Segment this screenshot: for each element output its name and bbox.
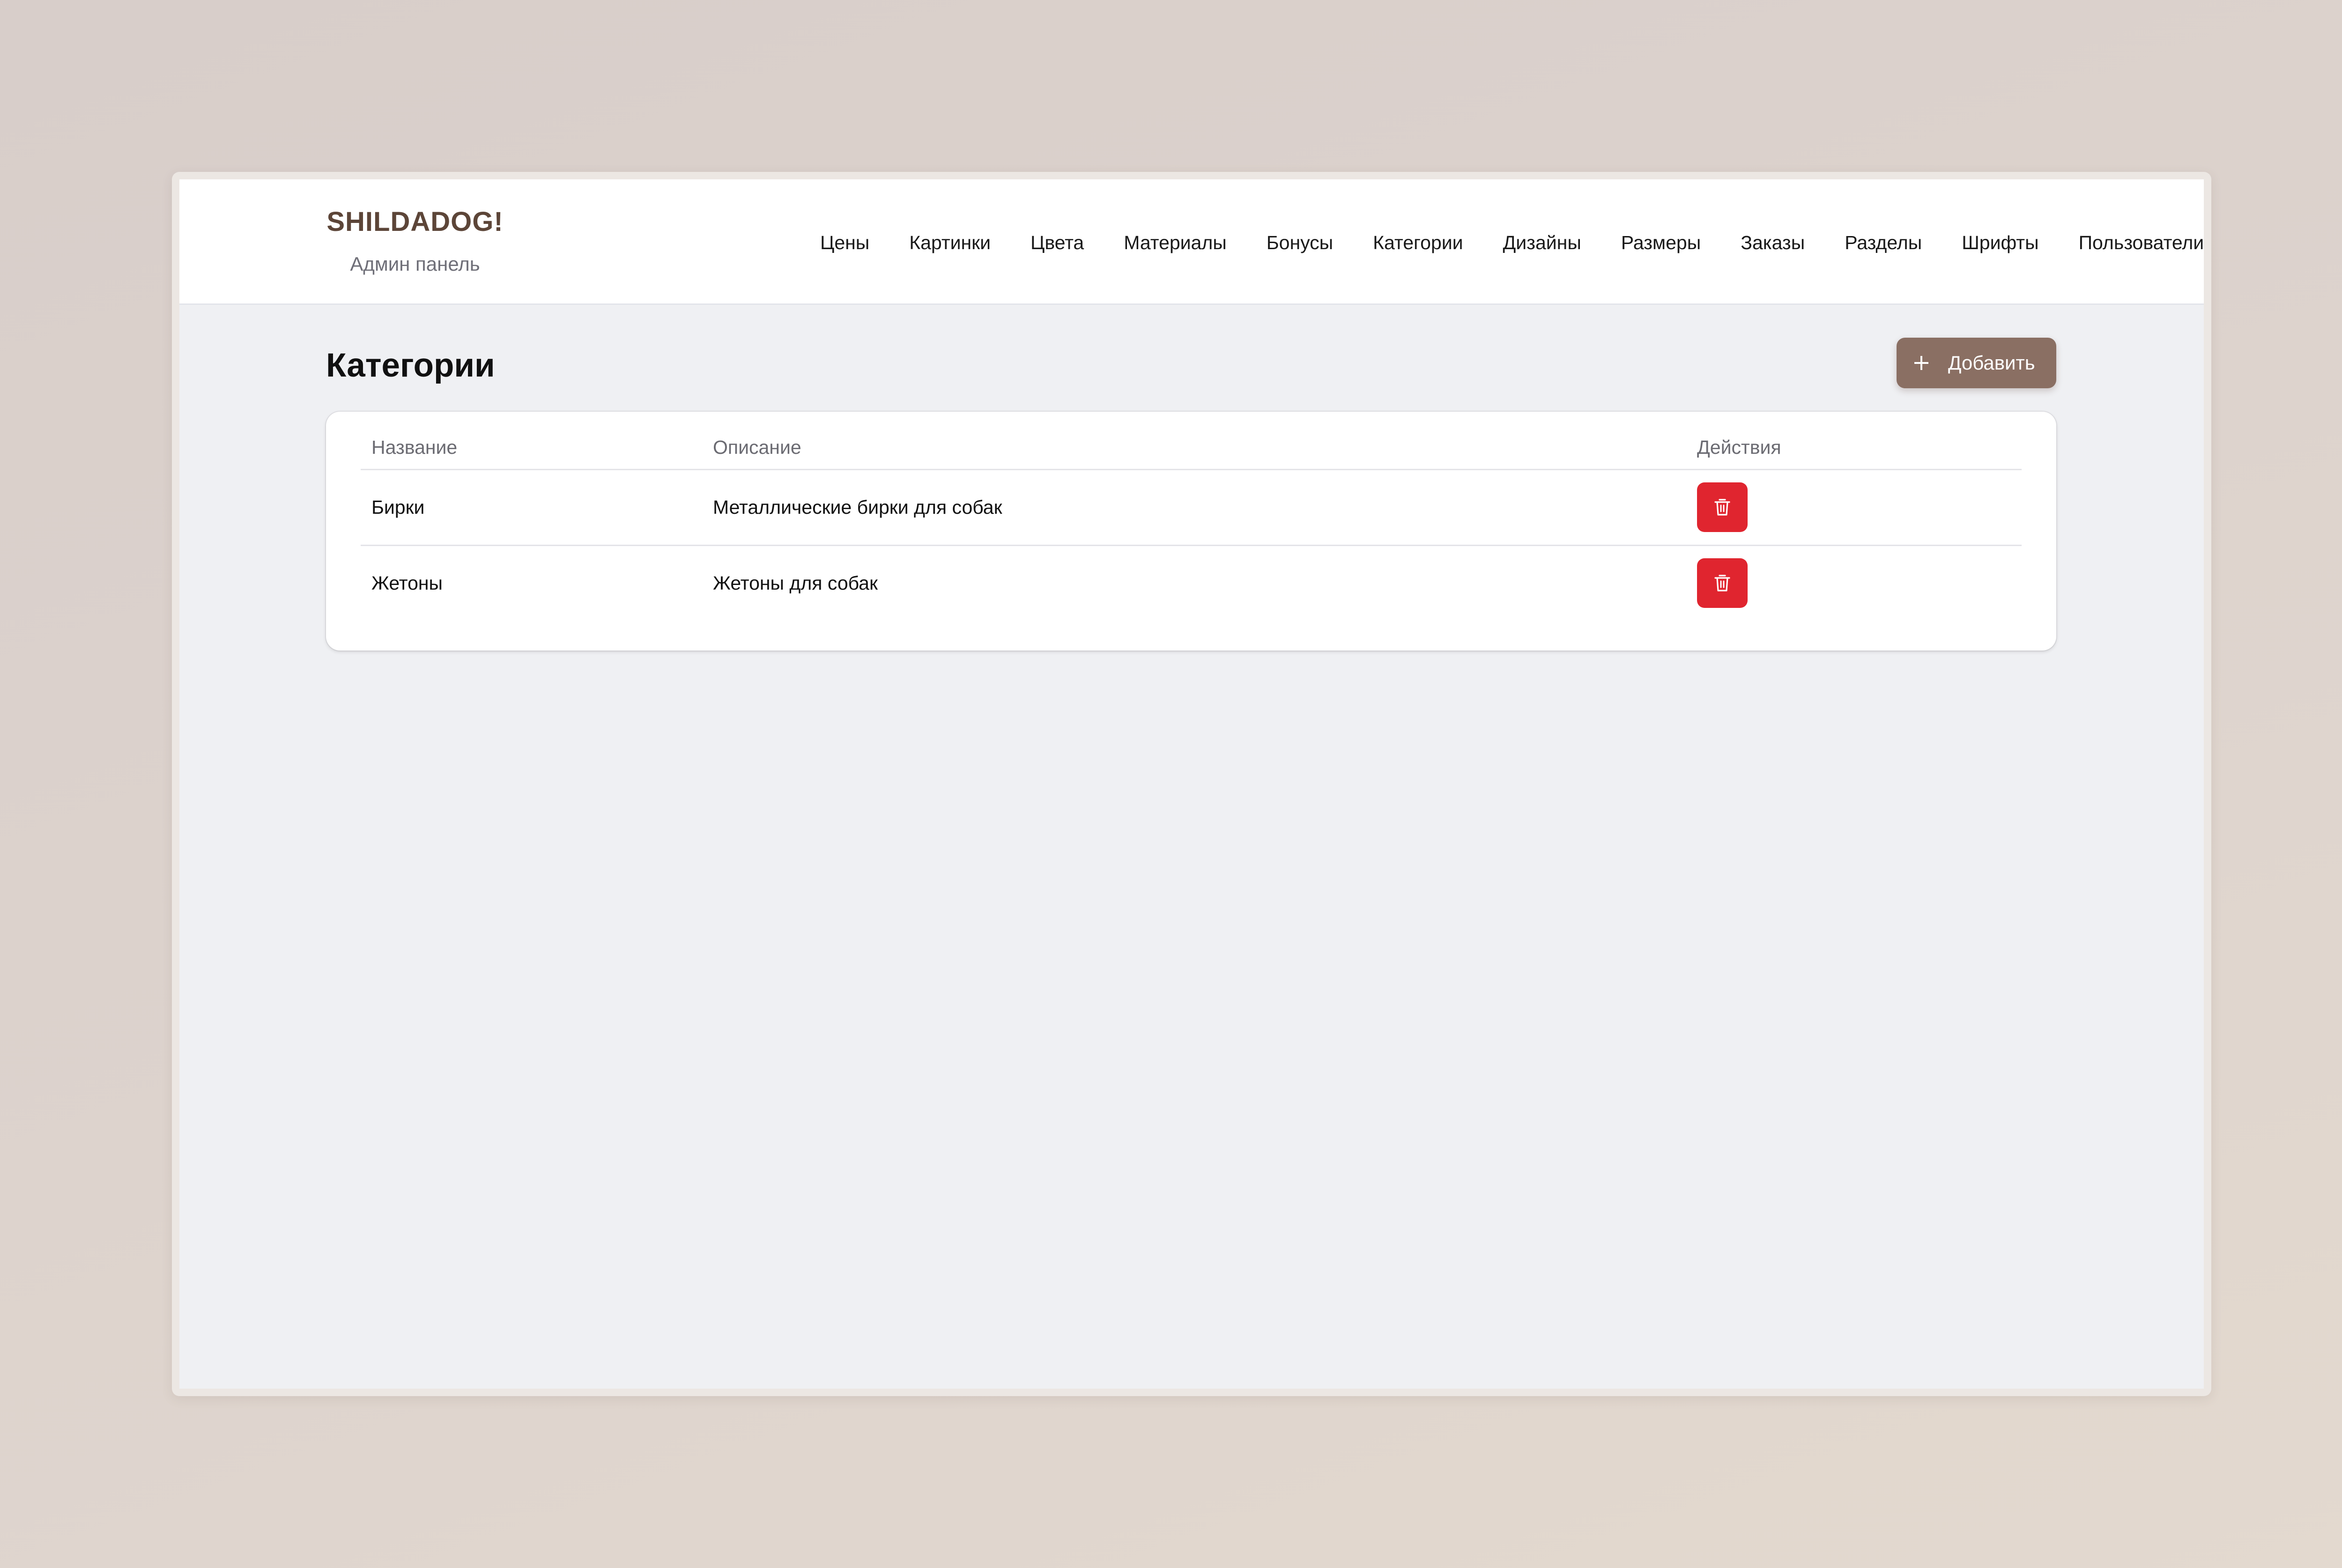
nav-item-colors[interactable]: Цвета bbox=[1030, 232, 1084, 254]
nav-item-images[interactable]: Картинки bbox=[909, 232, 991, 254]
nav-item-materials[interactable]: Материалы bbox=[1124, 232, 1227, 254]
trash-icon bbox=[1714, 575, 1730, 592]
category-description: Жетоны для собак bbox=[713, 572, 878, 594]
delete-button[interactable] bbox=[1697, 558, 1748, 608]
nav-item-prices[interactable]: Цены bbox=[820, 232, 869, 254]
nav-item-sections[interactable]: Разделы bbox=[1845, 232, 1922, 254]
brand-logo-text[interactable]: SHILDADOG! bbox=[326, 204, 504, 240]
nav-item-users[interactable]: Пользователи bbox=[2079, 232, 2204, 254]
main-nav: Цены Картинки Цвета Материалы Бонусы Кат… bbox=[820, 226, 2204, 259]
table-header: Название Описание Действия bbox=[361, 426, 2022, 470]
categories-table-card: Название Описание Действия Бирки Металли… bbox=[326, 412, 2056, 651]
nav-item-categories[interactable]: Категории bbox=[1373, 232, 1463, 254]
table-row: Бирки Металлические бирки для собак bbox=[361, 470, 2022, 545]
add-button-label: Добавить bbox=[1948, 352, 2035, 374]
categories-table: Название Описание Действия Бирки Металли… bbox=[361, 426, 2022, 621]
app-window: SHILDADOG! Админ панель Цены Картинки Цв… bbox=[172, 172, 2211, 1396]
nav-item-sizes[interactable]: Размеры bbox=[1621, 232, 1701, 254]
column-header-name: Название bbox=[371, 436, 458, 458]
table-row: Жетоны Жетоны для собак bbox=[361, 545, 2022, 621]
nav-item-orders[interactable]: Заказы bbox=[1741, 232, 1805, 254]
page-title: Категории bbox=[326, 347, 495, 384]
category-name: Жетоны bbox=[371, 572, 443, 594]
brand-block: SHILDADOG! Админ панель bbox=[326, 204, 504, 281]
category-description: Металлические бирки для собак bbox=[713, 496, 1002, 518]
plus-icon bbox=[1914, 356, 1928, 370]
category-name: Бирки bbox=[371, 496, 425, 518]
nav-item-fonts[interactable]: Шрифты bbox=[1962, 232, 2038, 254]
delete-button[interactable] bbox=[1697, 482, 1748, 532]
add-category-button[interactable]: Добавить bbox=[1897, 338, 2056, 388]
brand-subtitle: Админ панель bbox=[350, 253, 480, 275]
nav-item-designs[interactable]: Дизайны bbox=[1503, 232, 1581, 254]
nav-item-bonuses[interactable]: Бонусы bbox=[1267, 232, 1333, 254]
column-header-description: Описание bbox=[713, 436, 801, 458]
admin-app: SHILDADOG! Админ панель Цены Картинки Цв… bbox=[179, 179, 2204, 1389]
trash-icon bbox=[1714, 499, 1730, 516]
column-header-actions: Действия bbox=[1697, 436, 1781, 458]
top-navbar: SHILDADOG! Админ панель Цены Картинки Цв… bbox=[179, 179, 2204, 305]
